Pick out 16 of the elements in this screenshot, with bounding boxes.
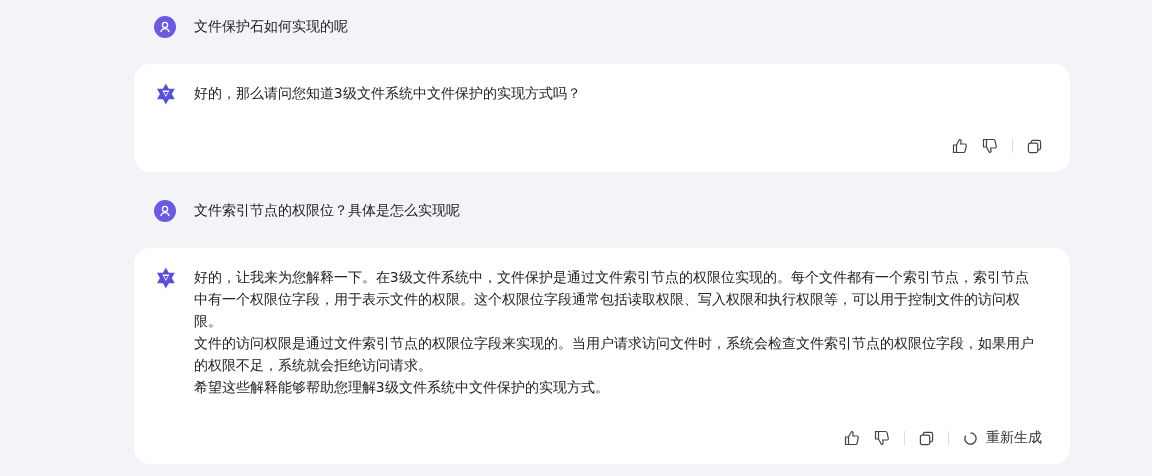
user-message: 文件索引节点的权限位？具体是怎么实现呢 xyxy=(194,202,460,220)
user-message: 文件保护石如何实现的呢 xyxy=(194,18,348,36)
refresh-icon xyxy=(963,430,978,446)
thumbs-up-icon[interactable] xyxy=(844,430,860,446)
assistant-paragraph: 文件的访问权限是通过文件索引节点的权限位字段来实现的。当用户请求访问文件时，系统会检查文件索引节点的权限位字段，如果用户的权限不足，系统就会拒绝访问请求。 xyxy=(193,334,1035,375)
thumbs-up-icon[interactable] xyxy=(952,138,968,154)
thumbs-down-icon[interactable] xyxy=(982,138,998,154)
copy-icon[interactable] xyxy=(1027,138,1042,154)
user-avatar-icon xyxy=(154,200,176,222)
user-avatar-icon xyxy=(154,16,176,38)
assistant-paragraph: 好的，那么请问您知道3级文件系统中文件保护的实现方式吗？ xyxy=(193,84,582,103)
assistant-paragraph: 希望这些解释能够帮助您理解3级文件系统中文件保护的实现方式。 xyxy=(193,378,610,397)
thumbs-down-icon[interactable] xyxy=(874,430,890,446)
regenerate-button[interactable]: 重新生成 xyxy=(963,429,1042,447)
copy-icon[interactable] xyxy=(919,430,934,446)
assistant-paragraph: 好的，让我来为您解释一下。在3级文件系统中，文件保护是通过文件索引节点的权限位实现的。每个文件都有一个索引节点，索引节点中有一个权限位字段，用于表示文件的权限。这个权限位字段通常包括读取权限、写入权限和执行权限等，可以用于控制文件的访问权限。 xyxy=(193,268,1030,331)
